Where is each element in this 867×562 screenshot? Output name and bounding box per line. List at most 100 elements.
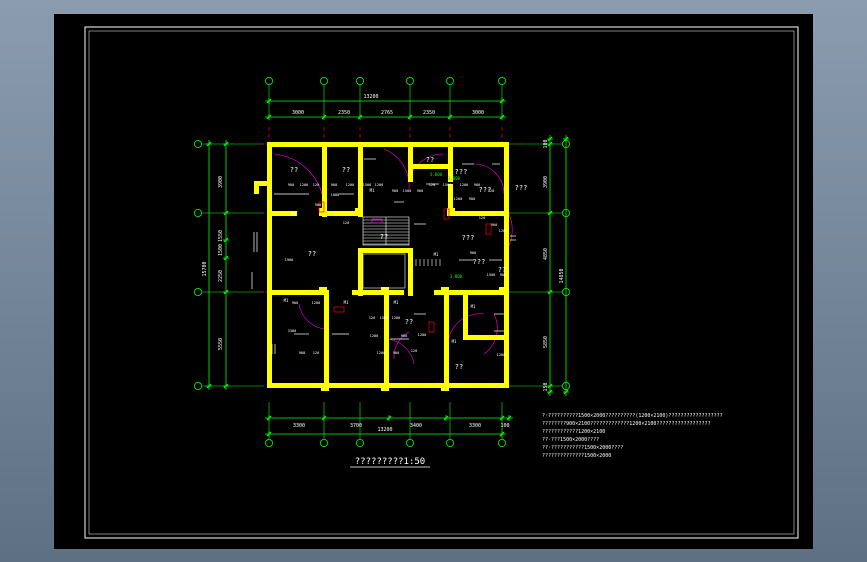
- small-dimension: 1200: [497, 353, 506, 357]
- elevation-mark: 3.000: [450, 274, 463, 279]
- top-dim-3: 2765: [381, 110, 393, 116]
- door-swing-arc: [483, 313, 498, 355]
- small-dimension: 900: [393, 351, 400, 355]
- axis-bubble-bottom: [405, 438, 414, 447]
- note-line-6: ??????????????1500×2000: [542, 453, 611, 459]
- small-dimension: 1500: [380, 316, 389, 320]
- small-dimension: 1200: [300, 183, 309, 187]
- small-dimension: 120: [479, 216, 486, 220]
- wall-segment: [322, 142, 327, 217]
- small-dimension: 1200: [499, 229, 508, 233]
- room-label: ???: [462, 234, 475, 242]
- wall-segment: [463, 290, 468, 335]
- small-dimension: 900: [474, 183, 481, 187]
- small-dimension: 1200: [312, 301, 321, 305]
- small-dimension: 900: [288, 183, 295, 187]
- drawing-notes: ?·??????????1500×2000??????????(1200×210…: [542, 413, 723, 459]
- left-dim-3: 1500: [218, 244, 224, 256]
- wall-segment: [358, 251, 363, 296]
- cad-viewport[interactable]: ??????????????????????????????? M1 M1 M1 M1 M…: [54, 14, 813, 549]
- red-axis-lines: [259, 127, 514, 293]
- room-mark: M1: [452, 339, 457, 344]
- wall-segment: [444, 314, 449, 322]
- door-swing-arc: [273, 153, 323, 195]
- small-dimension: 1200: [454, 197, 463, 201]
- bottom-dim-1: 3300: [293, 423, 305, 429]
- right-dim-2: 3900: [543, 176, 549, 188]
- axis-bubble-top: [405, 77, 414, 86]
- small-dimension: 1200: [392, 316, 401, 320]
- small-dimension: 3300: [288, 329, 297, 333]
- room-label: ??: [290, 166, 298, 174]
- top-dim-4: 2350: [423, 110, 435, 116]
- plan-title: ?????????1:50: [355, 457, 425, 467]
- axis-bubble-left: [193, 208, 202, 217]
- wall-segment: [448, 184, 453, 209]
- right-overall-dim: 14850: [559, 268, 565, 283]
- axis-bubble-left: [193, 140, 202, 149]
- door-mark: [371, 218, 383, 224]
- note-line-3: ????????????1200×2100: [542, 429, 605, 435]
- small-dimension: 1500: [363, 183, 372, 187]
- axis-bubble-left: [193, 381, 202, 390]
- bottom-dim-3: 3400: [410, 423, 422, 429]
- elevation-mark: 3.000: [448, 176, 461, 181]
- wall-segment: [408, 142, 413, 182]
- top-dimension-texts: 13200 3000 2350 2765 2350 3000: [292, 94, 484, 116]
- note-line-1: ?·??????????1500×2000??????????(1200×210…: [542, 413, 723, 419]
- small-dimension: 900: [469, 197, 476, 201]
- note-line-2: ????????900×2100?????????????1200×2100??…: [542, 421, 711, 427]
- room-label: ??: [455, 363, 463, 371]
- room-mark: M1: [471, 304, 476, 309]
- inner-drawing-frame: [88, 30, 795, 535]
- note-line-5: ??·???????????1500×2000????: [542, 445, 623, 451]
- left-dimension-texts: 15700 3900 1550 1500 2250 5550: [202, 176, 224, 350]
- small-dimension: 900: [292, 301, 299, 305]
- column: [381, 383, 389, 391]
- small-dimension: 1500: [403, 189, 412, 193]
- wall-segment: [504, 142, 509, 388]
- room-label: ??: [426, 156, 434, 164]
- wall-segment: [444, 290, 449, 388]
- column: [321, 383, 329, 391]
- wall-segment: [384, 290, 389, 388]
- left-dim-4: 2250: [218, 270, 224, 282]
- room-mark: M1: [370, 188, 375, 193]
- axis-bubble-bottom: [445, 438, 454, 447]
- small-dimension: 900: [315, 203, 322, 207]
- bottom-dimension-texts: 13200 3300 3700 3400 3300 100: [293, 423, 510, 433]
- small-dimension: 120: [369, 316, 376, 320]
- room-label: ??: [308, 250, 316, 258]
- top-dim-1: 3000: [292, 110, 304, 116]
- small-dimension: 120: [343, 221, 350, 225]
- right-dim-4: 5850: [543, 336, 549, 348]
- right-dim-1: 100: [543, 139, 549, 148]
- small-dimension: 900: [331, 183, 338, 187]
- column: [441, 287, 449, 295]
- wall-segment: [358, 142, 363, 217]
- wall-segment: [324, 290, 329, 388]
- bottom-dim-5: 100: [500, 423, 509, 429]
- bottom-overall-dim: 13200: [377, 427, 392, 433]
- column: [441, 383, 449, 391]
- wall-segment: [267, 142, 272, 388]
- left-dim-5: 5550: [218, 338, 224, 350]
- top-overall-dim: 13200: [363, 94, 378, 100]
- axis-bubble-bottom: [497, 438, 506, 447]
- small-dimension: 900: [470, 251, 477, 255]
- room-mark: M1: [394, 300, 399, 305]
- small-dimension: 900: [500, 273, 507, 277]
- elevator-shaft: [362, 253, 406, 289]
- room-label: ???: [515, 184, 528, 192]
- small-dimension: 120: [313, 183, 320, 187]
- top-dim-2: 2350: [338, 110, 350, 116]
- room-label: ??: [342, 166, 350, 174]
- cad-drawing-svg: ???????????? ???????????????????M1M1 M1M1M…: [84, 26, 799, 539]
- bottom-dim-4: 3300: [469, 423, 481, 429]
- small-dimension: 900: [392, 189, 399, 193]
- wall-segment: [408, 248, 413, 296]
- room-label: ??: [380, 233, 388, 241]
- room-mark: M1: [284, 298, 289, 303]
- axis-bubble-top: [445, 77, 454, 86]
- door-swing-arc: [383, 148, 410, 190]
